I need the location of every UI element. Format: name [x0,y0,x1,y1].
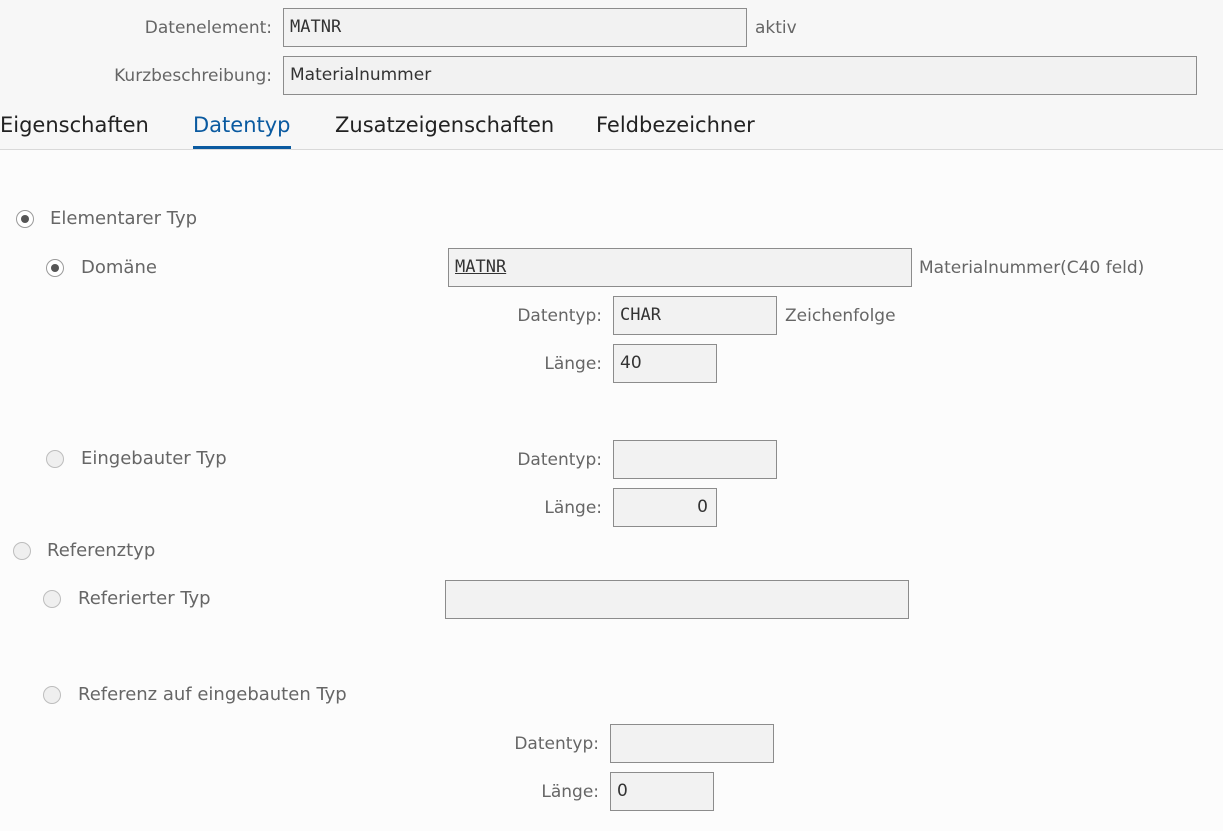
referenced-type-label: Referierter Typ [78,588,211,609]
status-text: aktiv [755,18,797,38]
domain-link[interactable]: MATNR [455,257,506,277]
radio-domain[interactable] [46,259,64,277]
radio-elementary-type[interactable] [16,210,34,228]
elementary-type-label: Elementarer Typ [50,208,198,229]
reference-builtin-length-field[interactable]: 0 [610,772,714,811]
reference-builtin-datatype-field[interactable] [610,724,774,763]
builtin-length-field[interactable]: 0 [613,488,717,527]
reference-builtin-label: Referenz auf eingebauten Typ [78,684,347,705]
domain-length-label: Länge: [544,354,602,374]
reference-builtin-datatype-label: Datentyp: [514,734,599,754]
builtin-datatype-field[interactable] [613,440,777,479]
short-description-label: Kurzbeschreibung: [114,66,272,86]
data-element-field[interactable]: MATNR [283,8,747,47]
referenced-type-field[interactable] [445,580,909,619]
domain-datatype-field[interactable]: CHAR [613,296,777,335]
builtin-datatype-label: Datentyp: [517,450,602,470]
radio-referenced-type[interactable] [43,590,61,608]
radio-reference-type[interactable] [13,542,31,560]
reference-type-label: Referenztyp [47,540,156,561]
tab-datentyp[interactable]: Datentyp [193,111,291,149]
radio-reference-builtin[interactable] [43,686,61,704]
domain-datatype-label: Datentyp: [517,306,602,326]
domain-field[interactable]: MATNR [448,248,912,287]
builtin-length-label: Länge: [544,498,602,518]
domain-description: Materialnummer(C40 feld) [919,258,1145,278]
tab-eigenschaften[interactable]: Eigenschaften [0,111,149,149]
domain-label: Domäne [81,257,157,278]
short-description-field[interactable]: Materialnummer [283,56,1197,95]
data-element-label: Datenelement: [144,18,272,38]
tab-zusatzeigenschaften[interactable]: Zusatzeigenschaften [335,111,554,149]
domain-datatype-description: Zeichenfolge [785,306,896,326]
reference-builtin-length-label: Länge: [541,782,599,802]
builtin-type-label: Eingebauter Typ [81,448,227,469]
radio-builtin-type[interactable] [46,450,64,468]
domain-length-field[interactable]: 40 [613,344,717,383]
tab-feldbezeichner[interactable]: Feldbezeichner [596,111,755,149]
